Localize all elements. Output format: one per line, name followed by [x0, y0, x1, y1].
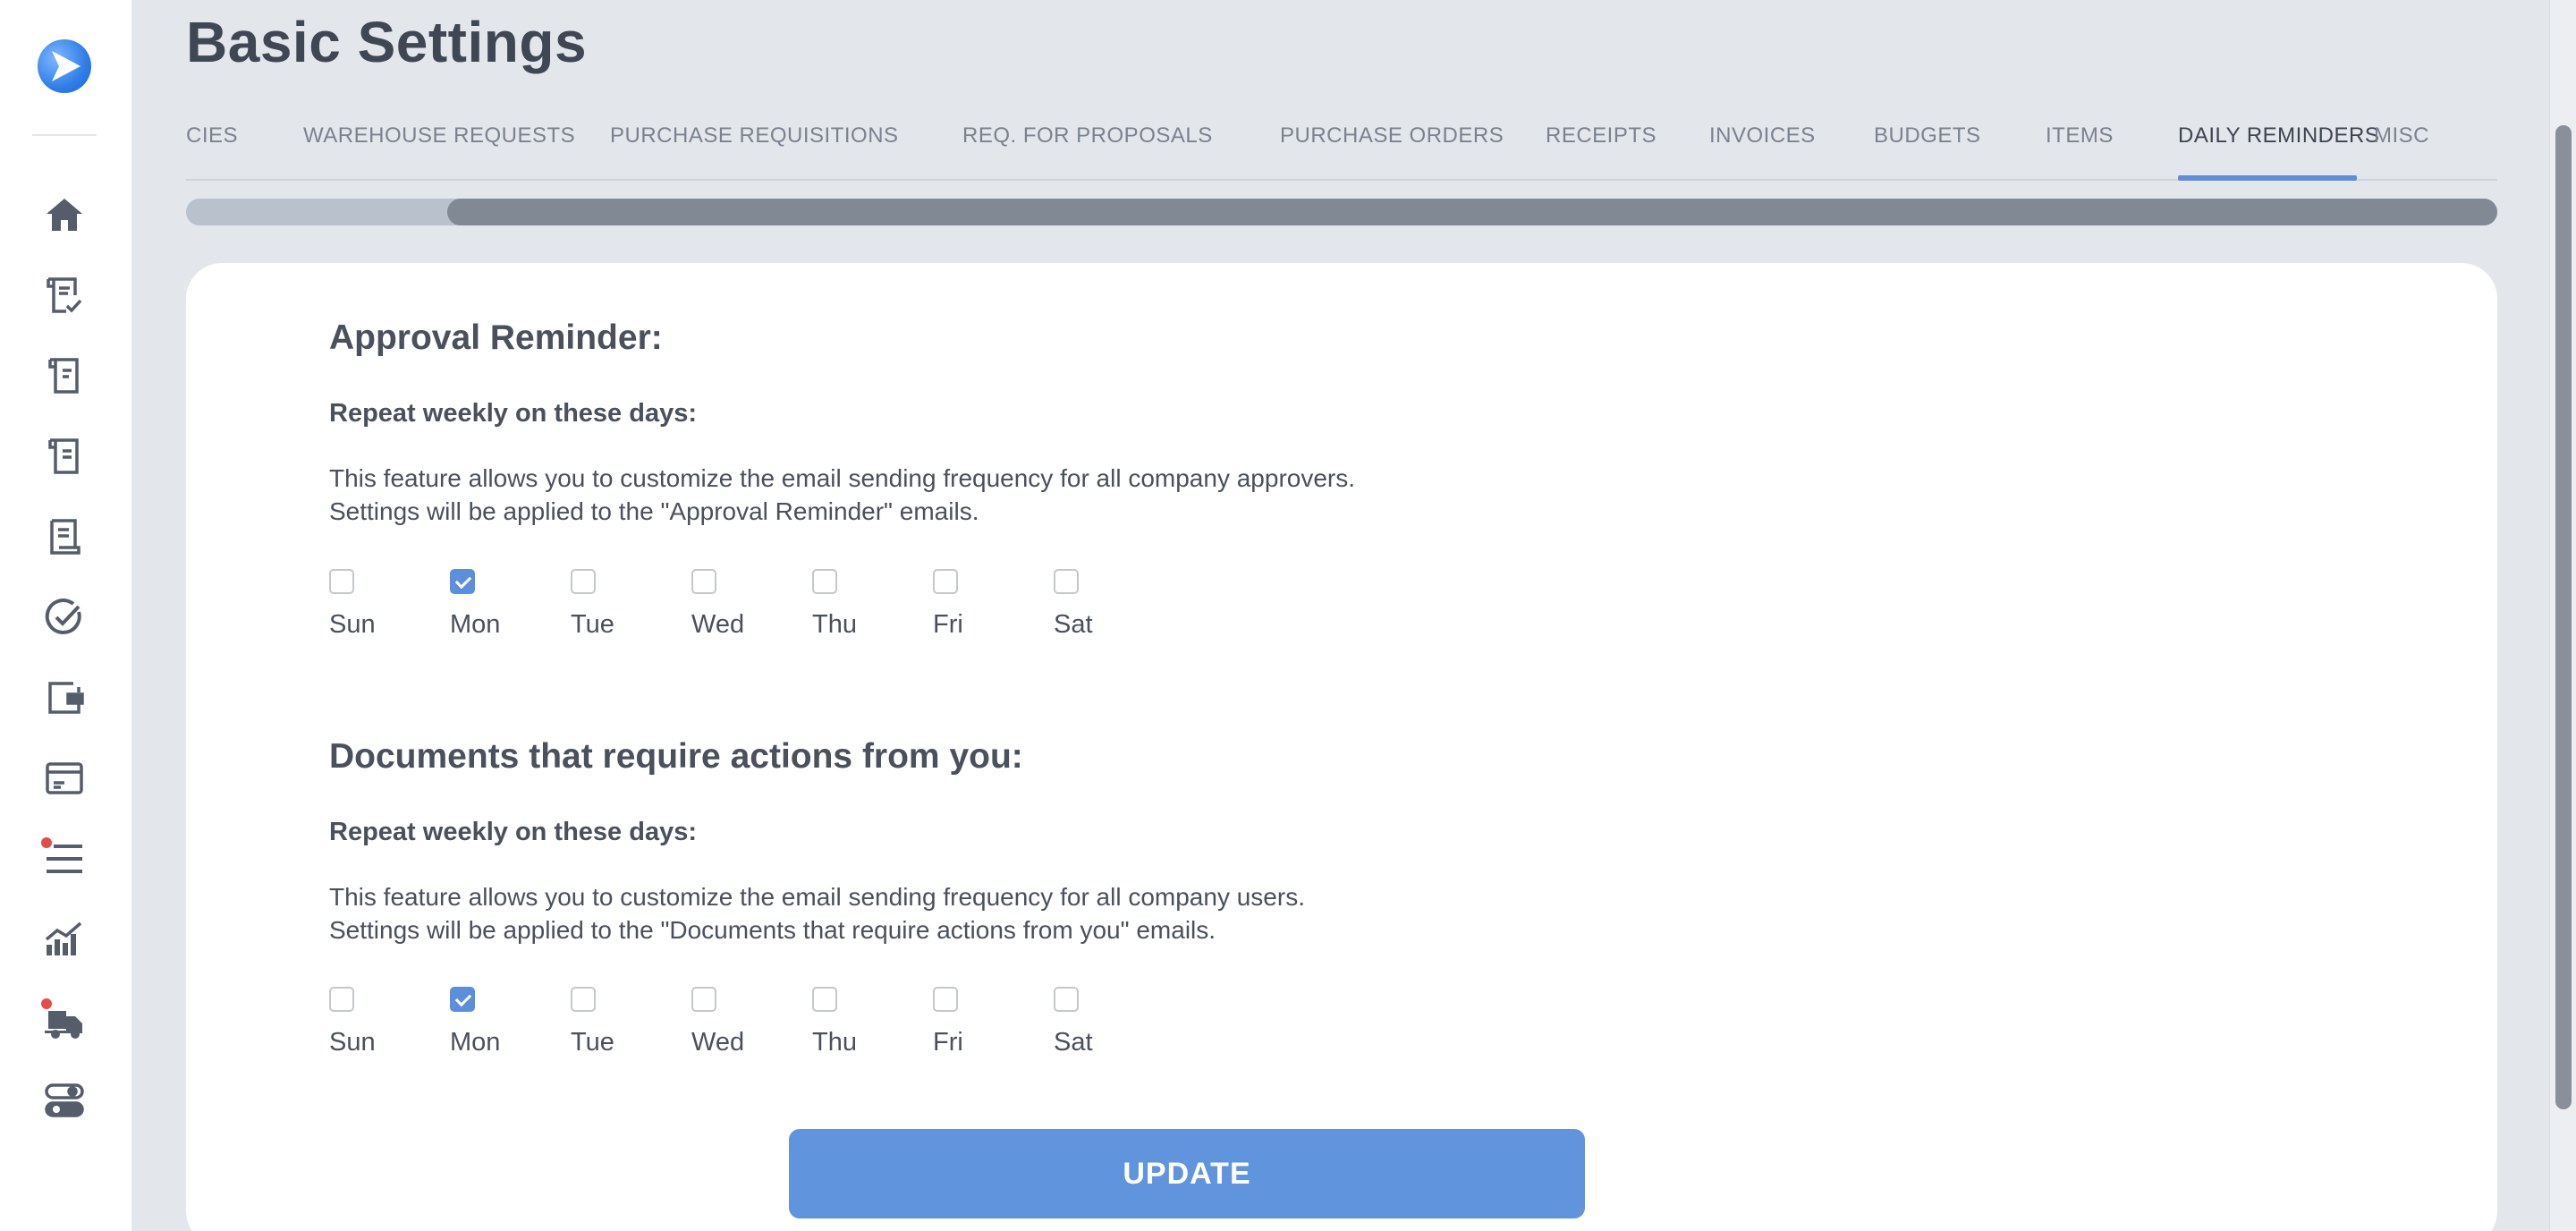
page-title: Basic Settings [186, 10, 588, 74]
notification-dot [41, 998, 52, 1009]
day-label: Fri [933, 1028, 963, 1057]
section-subtitle: Repeat weekly on these days: [329, 818, 697, 846]
tabs-scrollbar-thumb[interactable] [447, 199, 2497, 225]
document-alt-icon[interactable] [39, 431, 89, 481]
tab-cies[interactable]: CIES [186, 123, 238, 149]
tabs-scrollbar[interactable] [186, 199, 2497, 225]
sidebar-divider [32, 134, 97, 136]
day-checkbox[interactable] [329, 987, 354, 1012]
day-label: Sat [1054, 610, 1093, 639]
day-label: Thu [812, 610, 857, 639]
day-checkbox[interactable] [812, 987, 837, 1012]
section-description: This feature allows you to customize the… [329, 880, 1305, 947]
day-checkbox[interactable] [450, 569, 475, 594]
section-subtitle: Repeat weekly on these days: [329, 399, 697, 428]
day-checkbox[interactable] [571, 987, 596, 1012]
day-label: Sat [1054, 1028, 1093, 1057]
day-label: Sun [329, 610, 376, 639]
day-checkbox[interactable] [812, 569, 837, 594]
description-line: Settings will be applied to the "Approva… [329, 497, 979, 525]
app-logo[interactable] [38, 39, 91, 93]
day-label: Mon [450, 1028, 501, 1057]
settings-card: Approval Reminder: Repeat weekly on thes… [186, 263, 2497, 1231]
day-label: Wed [691, 610, 745, 639]
day-label: Sun [329, 1028, 376, 1057]
receipt-icon[interactable] [39, 512, 89, 562]
day-checkbox[interactable] [450, 987, 475, 1012]
day-checkbox[interactable] [691, 569, 716, 594]
logo-play-icon [52, 51, 80, 81]
tab-purchase-orders[interactable]: PURCHASE ORDERS [1280, 123, 1504, 149]
wallet-icon[interactable] [39, 673, 89, 723]
section-title: Documents that require actions from you: [329, 737, 1023, 776]
tab-warehouse-requests[interactable]: WAREHOUSE REQUESTS [303, 123, 575, 149]
tab-req-for-proposals[interactable]: REQ. FOR PROPOSALS [962, 123, 1213, 149]
tab-receipts[interactable]: RECEIPTS [1546, 123, 1657, 149]
day-checkbox[interactable] [933, 987, 958, 1012]
requisition-check-icon[interactable] [39, 270, 89, 320]
tab-daily-reminders[interactable]: DAILY REMINDERS [2178, 123, 2379, 149]
window-scrollbar[interactable] [2549, 0, 2576, 1231]
day-label: Tue [571, 610, 614, 639]
day-label: Wed [691, 1028, 745, 1057]
tab-invoices[interactable]: INVOICES [1709, 123, 1816, 149]
description-line: This feature allows you to customize the… [329, 464, 1356, 492]
tab-misc[interactable]: MISC [2374, 123, 2429, 149]
tab-budgets[interactable]: BUDGETS [1874, 123, 1981, 149]
section-title: Approval Reminder: [329, 318, 663, 357]
day-label: Fri [933, 610, 963, 639]
document-icon[interactable] [39, 351, 89, 401]
list-icon[interactable] [39, 834, 89, 884]
day-checkbox[interactable] [933, 569, 958, 594]
day-label: Tue [571, 1028, 614, 1057]
day-checkbox[interactable] [329, 569, 354, 594]
tab-items[interactable]: ITEMS [2046, 123, 2114, 149]
day-checkbox[interactable] [571, 569, 596, 594]
day-label: Mon [450, 610, 501, 639]
chart-icon[interactable] [39, 914, 89, 964]
card-icon[interactable] [39, 753, 89, 803]
day-checkbox[interactable] [691, 987, 716, 1012]
toggle-icon[interactable] [39, 1075, 89, 1125]
section-description: This feature allows you to customize the… [329, 462, 1355, 528]
window-scrollbar-thumb[interactable] [2555, 125, 2572, 1109]
day-checkbox[interactable] [1054, 987, 1079, 1012]
truck-icon[interactable] [39, 995, 89, 1045]
day-checkbox[interactable] [1054, 569, 1079, 594]
day-label: Thu [812, 1028, 857, 1057]
active-tab-indicator [2178, 175, 2357, 181]
check-circle-icon[interactable] [39, 592, 89, 642]
description-line: This feature allows you to customize the… [329, 883, 1305, 911]
description-line: Settings will be applied to the "Documen… [329, 916, 1216, 944]
main-content: Basic Settings CIES WAREHOUSE REQUESTS P… [132, 0, 2549, 1231]
sidebar [0, 0, 132, 1231]
tab-purchase-requisitions[interactable]: PURCHASE REQUISITIONS [610, 123, 899, 149]
settings-tabs: CIES WAREHOUSE REQUESTS PURCHASE REQUISI… [186, 107, 2497, 181]
notification-dot [41, 837, 52, 848]
home-icon[interactable] [39, 190, 89, 240]
update-button[interactable]: UPDATE [789, 1129, 1585, 1218]
